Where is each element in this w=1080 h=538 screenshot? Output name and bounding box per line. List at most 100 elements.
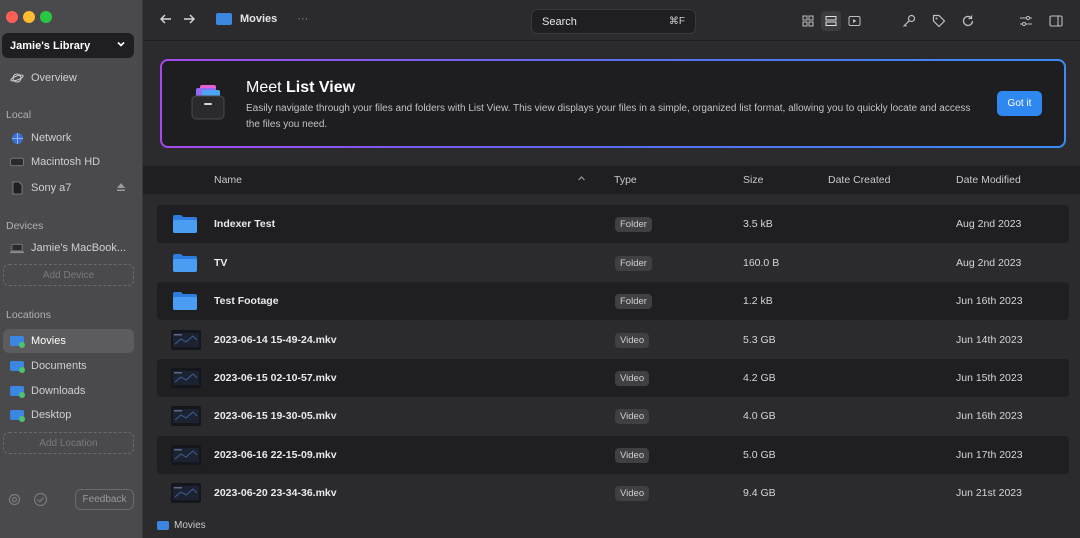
folder-icon [216,13,232,25]
close-window-button[interactable] [6,11,18,23]
date-modified: Jun 21st 2023 [956,487,1022,499]
check-circle-icon[interactable] [33,492,48,510]
table-row[interactable]: 2023-06-15 02-10-57.mkv Video 4.2 GB Jun… [157,359,1069,397]
planet-icon [10,72,24,84]
banner-title-prefix: Meet [246,79,287,96]
sidebar-item-desktop[interactable]: Desktop [0,404,143,426]
sidebar-item-label: Network [31,132,72,144]
file-name: 2023-06-16 22-15-09.mkv [214,449,337,461]
sliders-icon[interactable] [1016,11,1036,31]
table-row[interactable]: 2023-06-20 23-34-36.mkv Video 9.4 GB Jun… [157,474,1069,512]
drive-icon [10,156,24,168]
banner-description: Easily navigate through your files and f… [246,103,971,130]
list-view-illustration-icon [191,85,225,120]
feedback-button[interactable]: Feedback [75,489,134,510]
date-modified: Jun 17th 2023 [956,449,1023,461]
zoom-window-button[interactable] [40,11,52,23]
video-thumbnail-icon [171,483,201,503]
sidebar-item-label: Movies [31,335,66,347]
type-badge: Video [615,332,650,348]
folder-icon [10,386,25,398]
type-badge: Folder [615,293,652,309]
file-name: 2023-06-15 02-10-57.mkv [214,372,337,384]
gear-icon[interactable] [7,492,22,510]
sidebar-item-macbook[interactable]: Jamie's MacBook... [0,237,143,259]
file-name: TV [214,257,228,269]
sidebar-toggle-icon[interactable] [1046,11,1066,31]
sidebar-item-macintosh-hd[interactable]: Macintosh HD [0,151,143,173]
search-shortcut: ⌘F [668,16,685,27]
folder-icon [173,292,197,310]
sidebar-item-label: Desktop [31,409,72,421]
refresh-icon[interactable] [958,11,978,31]
list-view-icon[interactable] [821,11,841,31]
sidebar-item-network[interactable]: Network [0,127,143,149]
column-header-size[interactable]: Size [743,174,763,186]
folder-icon [10,410,25,422]
table-row[interactable]: 2023-06-14 15-49-24.mkv Video 5.3 GB Jun… [157,321,1069,359]
file-name: 2023-06-14 15-49-24.mkv [214,334,337,346]
sidebar-item-label: Sony a7 [31,182,72,194]
library-name: Jamie's Library [10,39,91,52]
video-thumbnail-icon [171,445,201,465]
key-icon[interactable] [899,11,919,31]
file-size: 160.0 B [743,257,780,269]
grid-view-icon[interactable] [798,11,818,31]
table-row[interactable]: Indexer Test Folder 3.5 kB Aug 2nd 2023 [157,205,1069,243]
file-size: 9.4 GB [743,487,776,499]
sidebar-item-documents[interactable]: Documents [0,355,143,377]
search-input[interactable]: Search ⌘F [531,9,696,34]
date-modified: Aug 2nd 2023 [956,218,1022,230]
sidebar-item-label: Jamie's MacBook... [31,242,127,254]
globe-icon [10,132,24,144]
more-icon[interactable]: ··· [297,13,308,25]
column-header-type[interactable]: Type [614,174,637,186]
video-thumbnail-icon [171,406,201,426]
forward-arrow-icon[interactable] [183,12,195,28]
file-size: 3.5 kB [743,218,773,230]
file-list: Indexer Test Folder 3.5 kB Aug 2nd 2023 … [143,205,1080,538]
section-header-devices: Devices [6,220,44,232]
window-controls [6,11,52,23]
eject-icon[interactable] [116,182,126,195]
path-bar-label[interactable]: Movies [174,520,206,531]
file-size: 5.0 GB [743,449,776,461]
file-size: 1.2 kB [743,295,773,307]
type-badge: Video [615,447,650,463]
sidebar-item-downloads[interactable]: Downloads [0,380,143,402]
date-modified: Jun 15th 2023 [956,372,1023,384]
folder-icon [173,215,197,233]
add-location-button[interactable]: Add Location [3,432,134,454]
media-view-icon[interactable] [844,11,864,31]
sidebar-item-overview[interactable]: Overview [0,67,143,89]
library-selector[interactable]: Jamie's Library [2,33,134,58]
video-thumbnail-icon [171,368,201,388]
column-header-date-created[interactable]: Date Created [828,174,890,186]
table-header: Name Type Size Date Created Date Modifie… [143,166,1080,194]
minimize-window-button[interactable] [23,11,35,23]
got-it-button[interactable]: Got it [997,91,1042,116]
column-header-name[interactable]: Name [214,174,242,186]
table-row[interactable]: Test Footage Folder 1.2 kB Jun 16th 2023 [157,282,1069,320]
folder-icon [157,521,169,530]
back-arrow-icon[interactable] [160,12,172,28]
tag-icon[interactable] [929,11,949,31]
add-device-button[interactable]: Add Device [3,264,134,286]
type-badge: Video [615,370,650,386]
path-bar: Movies [143,513,1080,538]
table-row[interactable]: 2023-06-15 19-30-05.mkv Video 4.0 GB Jun… [157,397,1069,435]
file-size: 4.2 GB [743,372,776,384]
section-header-locations: Locations [6,309,51,321]
sidebar-item-movies[interactable]: Movies [3,329,134,353]
sidebar-item-label: Overview [31,72,77,84]
breadcrumb[interactable]: Movies ··· [216,13,308,25]
table-row[interactable]: TV Folder 160.0 B Aug 2nd 2023 [157,244,1069,282]
folder-icon [10,336,25,348]
sort-ascending-icon[interactable] [577,174,586,186]
column-header-date-modified[interactable]: Date Modified [956,174,1021,186]
sidebar-item-sony-a7[interactable]: Sony a7 [0,177,143,199]
search-placeholder: Search [542,15,577,28]
table-row[interactable]: 2023-06-16 22-15-09.mkv Video 5.0 GB Jun… [157,436,1069,474]
file-size: 5.3 GB [743,334,776,346]
laptop-icon [10,242,24,254]
